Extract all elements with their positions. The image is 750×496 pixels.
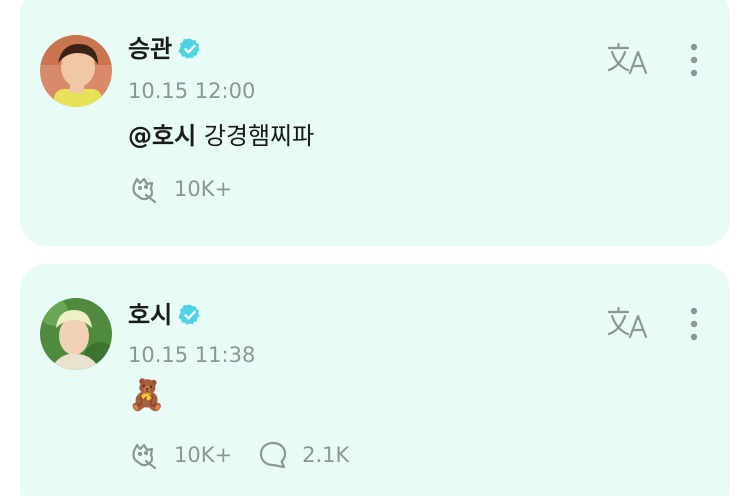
more-options-icon[interactable] — [684, 42, 704, 78]
post-timestamp: 10.15 12:00 — [128, 79, 256, 103]
comment-icon — [258, 440, 288, 470]
author-row: 승관 — [128, 34, 202, 64]
post-card[interactable]: 호시 10.15 11:38 🧸 10K+ 2.1K — [20, 264, 730, 496]
post-body: 🧸 — [128, 378, 166, 413]
post-actions: 10K+ 2.1K — [128, 440, 375, 470]
avatar[interactable] — [40, 298, 112, 370]
author-name[interactable]: 승관 — [128, 34, 172, 64]
translate-icon[interactable] — [606, 306, 650, 340]
post-feed: 승관 10.15 12:00 @호시 강경햄찌파 10K+ 호시 10.15 1… — [0, 0, 750, 496]
avatar[interactable] — [40, 35, 112, 107]
more-options-icon[interactable] — [684, 306, 704, 342]
like-count: 10K+ — [174, 177, 233, 201]
post-timestamp: 10.15 11:38 — [128, 343, 256, 367]
author-name[interactable]: 호시 — [128, 300, 172, 330]
post-actions: 10K+ — [128, 174, 258, 204]
translate-icon[interactable] — [606, 42, 650, 76]
post-text: 🧸 — [128, 381, 165, 411]
post-body: 강경햄찌파 — [203, 122, 315, 150]
post-card[interactable]: 승관 10.15 12:00 @호시 강경햄찌파 10K+ — [20, 0, 730, 246]
like-count: 10K+ — [174, 443, 233, 467]
author-row: 호시 — [128, 300, 202, 330]
comment-button[interactable]: 2.1K — [258, 440, 349, 470]
verified-badge-icon — [178, 303, 202, 327]
comment-count: 2.1K — [302, 443, 350, 467]
like-icon — [128, 440, 160, 470]
like-icon — [128, 174, 160, 204]
verified-badge-icon — [178, 37, 202, 61]
post-text: @호시 강경햄찌파 — [128, 121, 314, 151]
like-button[interactable]: 10K+ — [128, 440, 232, 470]
like-button[interactable]: 10K+ — [128, 174, 232, 204]
mention-link[interactable]: @호시 — [128, 122, 196, 150]
